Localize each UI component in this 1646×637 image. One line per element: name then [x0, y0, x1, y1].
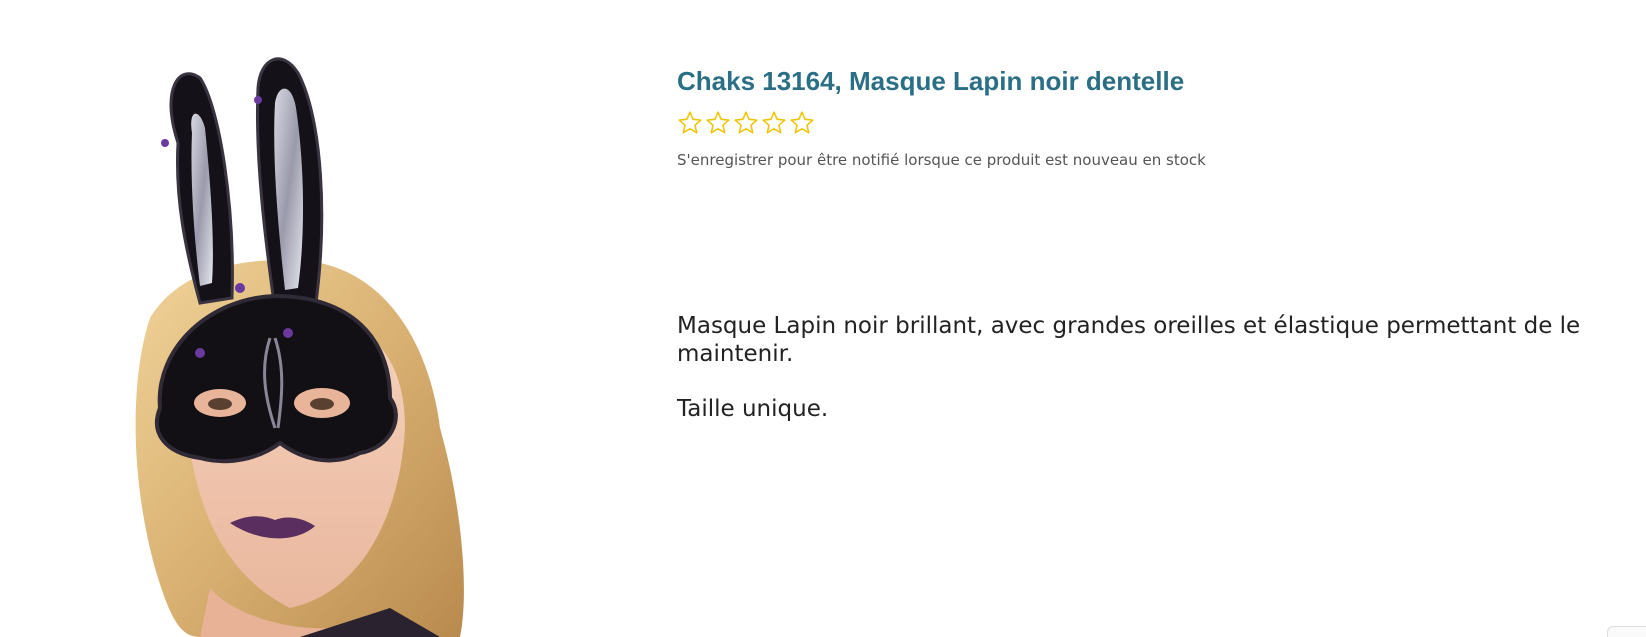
product-info: Chaks 13164, Masque Lapin noir dentelle …	[677, 64, 1627, 170]
product-page: Chaks 13164, Masque Lapin noir dentelle …	[0, 0, 1646, 637]
star-icon[interactable]	[677, 110, 703, 136]
scroll-to-top-tab[interactable]	[1607, 626, 1646, 637]
star-icon[interactable]	[789, 110, 815, 136]
description-paragraph: Masque Lapin noir brillant, avec grandes…	[677, 313, 1581, 367]
product-image[interactable]	[60, 48, 500, 637]
star-icon[interactable]	[705, 110, 731, 136]
star-icon[interactable]	[761, 110, 787, 136]
product-title: Chaks 13164, Masque Lapin noir dentelle	[677, 66, 1185, 96]
description-paragraph: Taille unique.	[677, 396, 829, 422]
product-description: Masque Lapin noir brillant, avec grandes…	[677, 312, 1637, 450]
stock-notify: S'enregistrer pour être notifié lorsque …	[677, 150, 1627, 170]
star-icon[interactable]	[733, 110, 759, 136]
stock-notify-link[interactable]: S'enregistrer pour être notifié lorsque …	[677, 151, 1206, 169]
rating-stars[interactable]	[677, 110, 1627, 138]
bunny-mask-photo	[135, 57, 464, 637]
